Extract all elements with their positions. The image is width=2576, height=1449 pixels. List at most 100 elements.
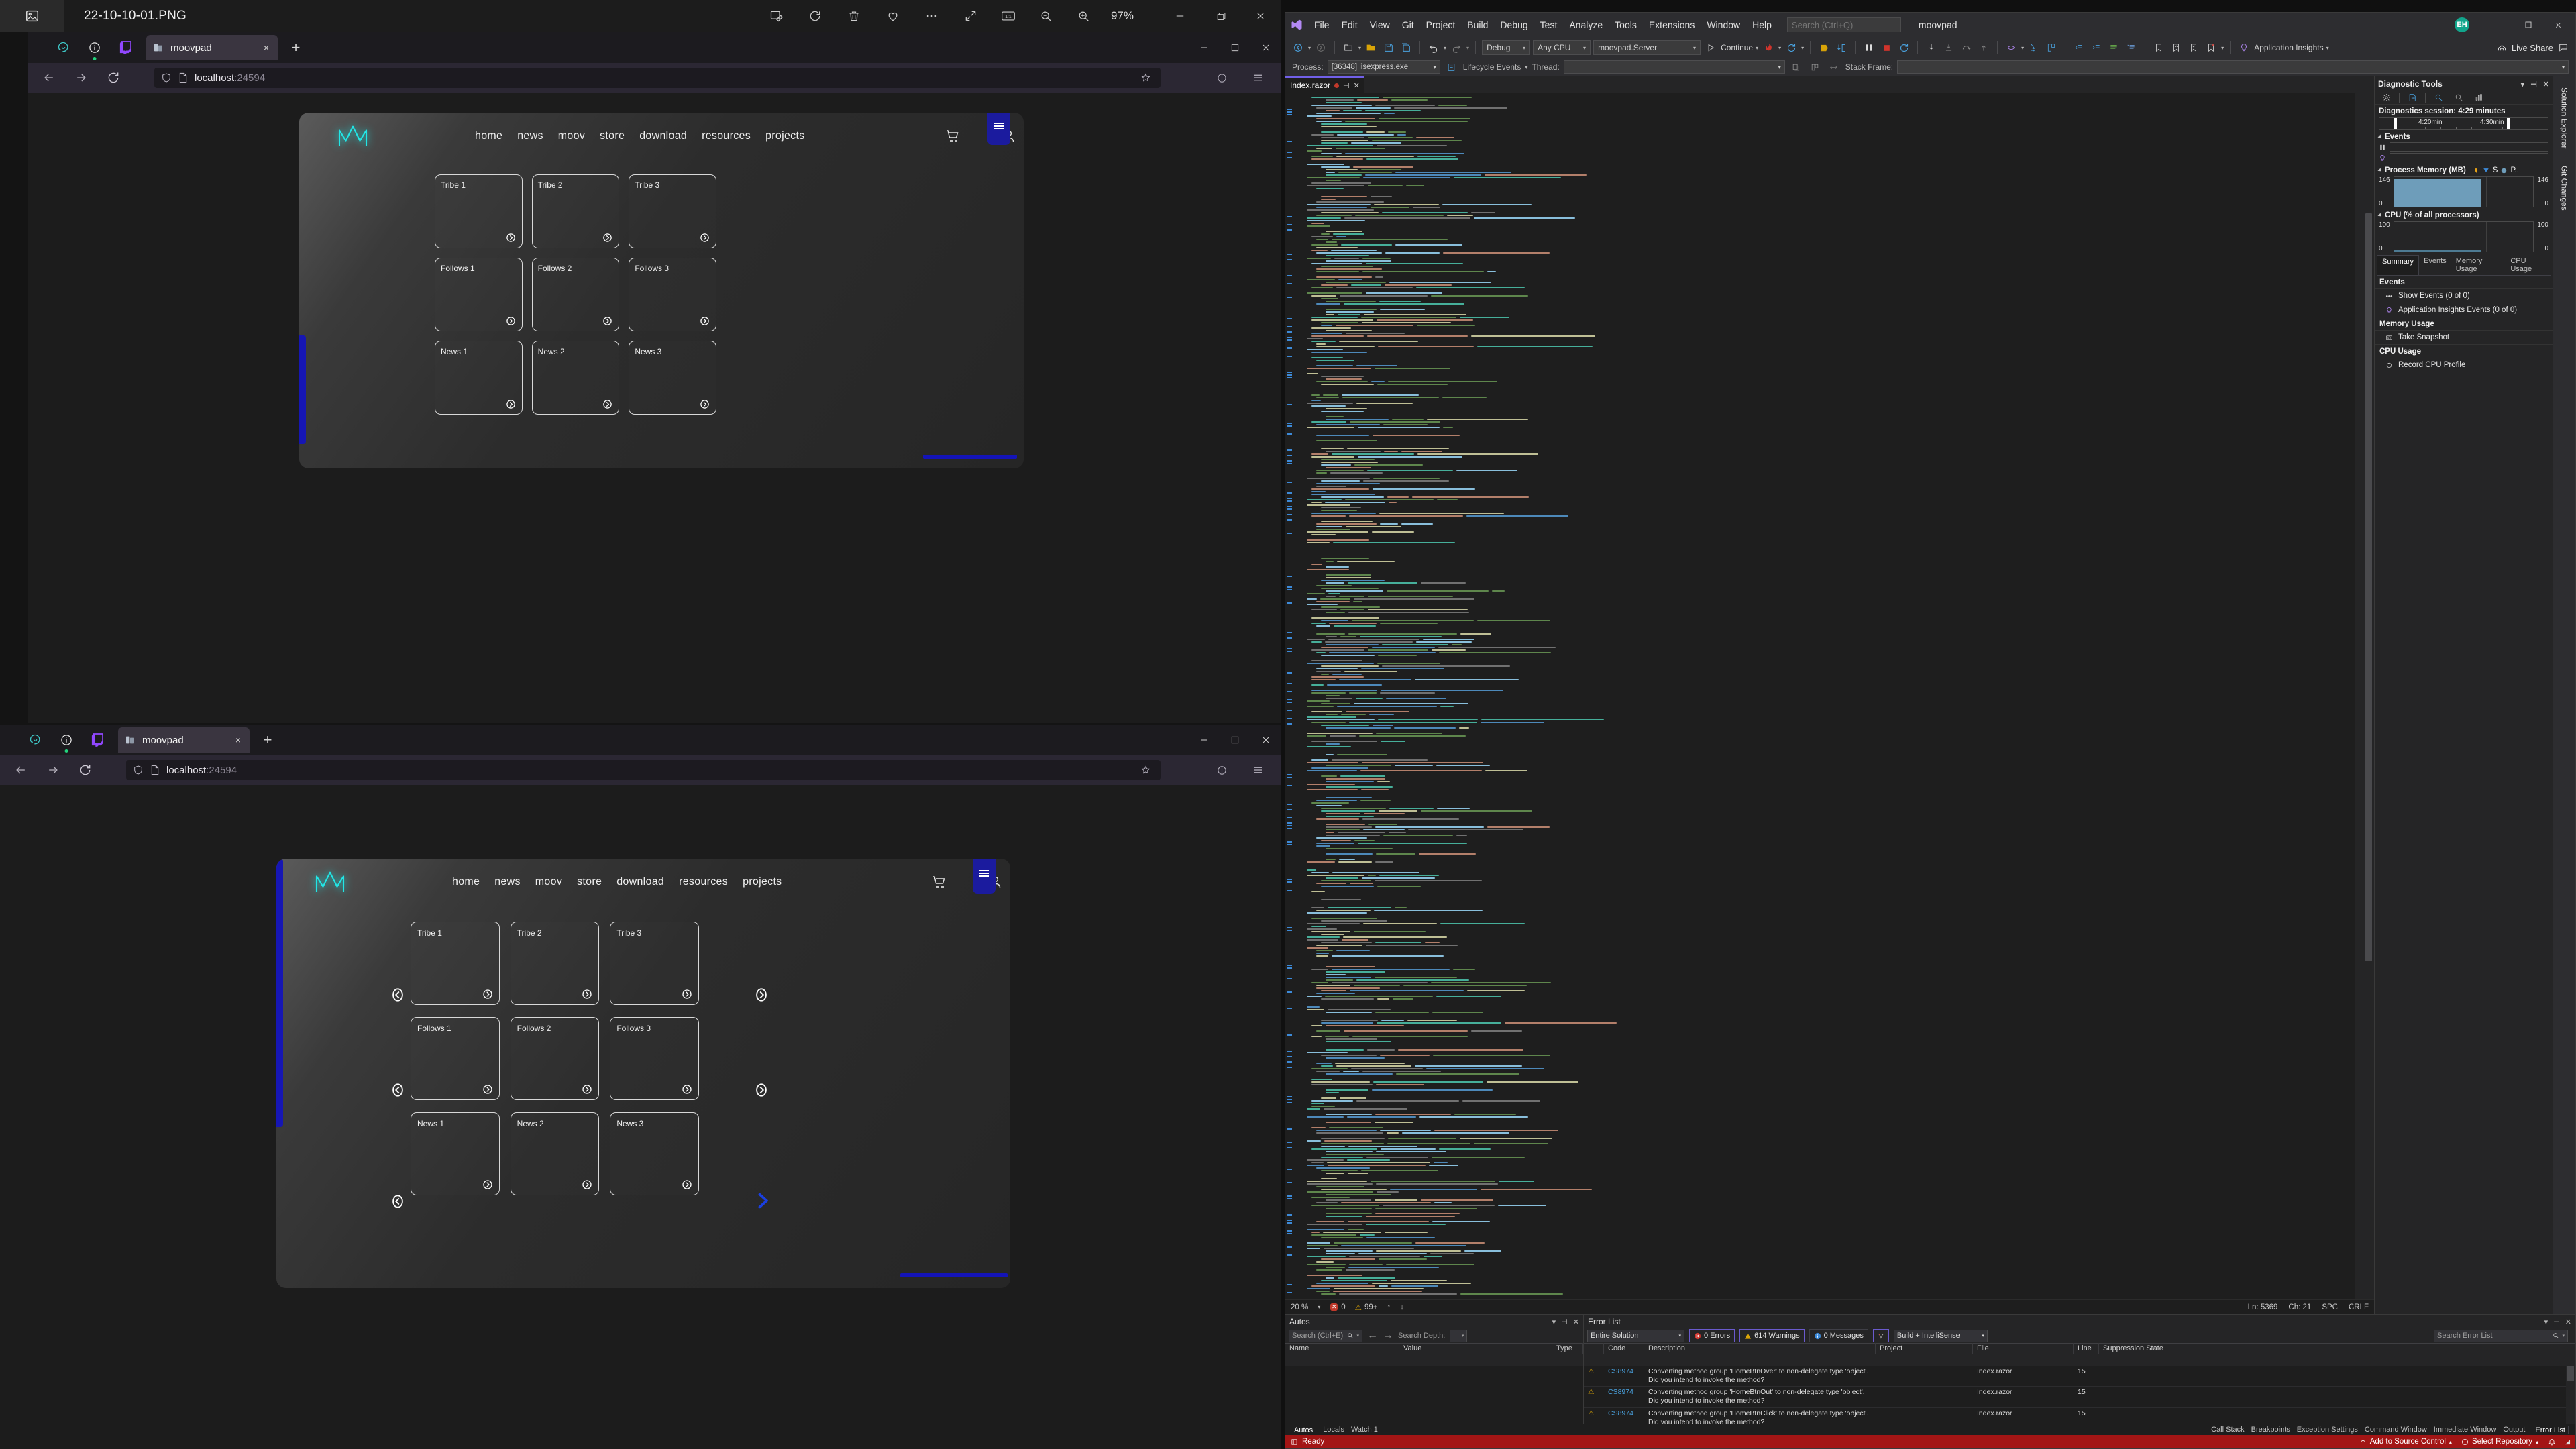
card-tribe-3[interactable]: Tribe 3 bbox=[610, 922, 699, 1005]
panel-dropdown-icon[interactable]: ▾ bbox=[2544, 1318, 2548, 1326]
warnings-filter-button[interactable]: 614 Warnings bbox=[1739, 1329, 1805, 1342]
close-button[interactable] bbox=[1250, 6, 1271, 26]
panel-close-icon[interactable]: ✕ bbox=[2565, 1318, 2571, 1326]
tab-events[interactable]: Events bbox=[2419, 255, 2451, 275]
nav-link-news[interactable]: news bbox=[517, 130, 543, 142]
delete-icon[interactable] bbox=[844, 6, 864, 26]
new-tab-button[interactable]: + bbox=[259, 731, 276, 749]
bookmark-caret-icon[interactable]: ▾ bbox=[2221, 45, 2224, 51]
tab-call-stack[interactable]: Call Stack bbox=[2211, 1426, 2245, 1434]
vs-search-input[interactable] bbox=[1791, 19, 1910, 30]
chevron-right-circle-icon[interactable] bbox=[482, 1084, 493, 1095]
card-news-2[interactable]: News 2 bbox=[510, 1112, 600, 1195]
nav-link-download[interactable]: download bbox=[639, 130, 687, 142]
editor-error-count[interactable]: ✕ 0 bbox=[1330, 1303, 1346, 1311]
rotate-icon[interactable] bbox=[805, 6, 825, 26]
carousel-next-row2[interactable] bbox=[754, 1083, 769, 1097]
minimize-button[interactable] bbox=[1170, 6, 1190, 26]
moov-logo-icon[interactable] bbox=[337, 123, 369, 150]
nav-back-caret-icon[interactable]: ▾ bbox=[1308, 45, 1311, 51]
nav-link-resources[interactable]: resources bbox=[702, 130, 751, 142]
error-col-line[interactable]: Line bbox=[2074, 1343, 2099, 1354]
nav-link-home[interactable]: home bbox=[452, 876, 480, 888]
panel-dropdown-icon[interactable]: ▾ bbox=[2521, 80, 2525, 89]
collapse-triangle-icon[interactable] bbox=[2377, 213, 2383, 218]
menu-view[interactable]: View bbox=[1364, 13, 1396, 37]
nav-link-resources[interactable]: resources bbox=[679, 876, 728, 888]
step-into-target-icon[interactable] bbox=[1834, 40, 1849, 55]
error-col-project[interactable]: Project bbox=[1876, 1343, 1973, 1354]
step-over-icon[interactable] bbox=[1941, 40, 1956, 55]
restart-caret-icon[interactable]: ▾ bbox=[1801, 45, 1804, 51]
nav-link-download[interactable]: download bbox=[616, 876, 664, 888]
card-tribe-2[interactable]: Tribe 2 bbox=[510, 922, 600, 1005]
vs-minimize-button[interactable] bbox=[2484, 13, 2514, 37]
redo-icon[interactable] bbox=[1449, 40, 1464, 55]
live-visual-tree-icon[interactable] bbox=[2044, 40, 2059, 55]
carousel-next-row3-active[interactable] bbox=[753, 1190, 771, 1212]
row-code[interactable]: CS8974 bbox=[1604, 1387, 1644, 1407]
card-follows-2[interactable]: Follows 2 bbox=[510, 1017, 600, 1100]
panel-close-icon[interactable]: ✕ bbox=[1573, 1318, 1579, 1326]
panel-close-icon[interactable]: ✕ bbox=[2543, 80, 2549, 89]
break-all-icon[interactable] bbox=[1862, 40, 1876, 55]
row-code[interactable]: CS8974 bbox=[1604, 1366, 1644, 1386]
tab-summary[interactable]: Summary bbox=[2377, 255, 2420, 275]
error-list-scrollbar[interactable] bbox=[2566, 1354, 2575, 1424]
card-tribe-1[interactable]: Tribe 1 bbox=[435, 174, 523, 248]
ghost-extension-icon[interactable] bbox=[55, 39, 72, 56]
browser-minimize-button[interactable] bbox=[1189, 32, 1220, 63]
info-extension-icon[interactable] bbox=[86, 39, 103, 60]
summary-app-insights-events[interactable]: Application Insights Events (0 of 0) bbox=[2375, 303, 2553, 317]
collapse-triangle-icon[interactable] bbox=[2377, 168, 2383, 173]
card-follows-1[interactable]: Follows 1 bbox=[411, 1017, 500, 1100]
card-news-1[interactable]: News 1 bbox=[435, 341, 523, 415]
hamburger-menu-button[interactable] bbox=[987, 113, 1010, 145]
tab-output[interactable]: Output bbox=[2503, 1426, 2525, 1434]
chevron-right-circle-icon[interactable] bbox=[582, 1179, 592, 1190]
thread-caret-icon[interactable]: ▾ bbox=[2021, 45, 2024, 51]
zoom-out-icon[interactable] bbox=[1036, 6, 1056, 26]
lifecycle-events-label[interactable]: Lifecycle Events bbox=[1463, 62, 1521, 72]
error-list-rows[interactable]: ⚠ CS8974 Converting method group 'HomeBt… bbox=[1584, 1366, 2566, 1424]
summary-record-cpu-profile[interactable]: Record CPU Profile bbox=[2375, 358, 2553, 372]
card-news-1[interactable]: News 1 bbox=[411, 1112, 500, 1195]
chevron-right-circle-icon[interactable] bbox=[602, 316, 612, 326]
menu-extensions[interactable]: Extensions bbox=[1643, 13, 1701, 37]
step-into-icon[interactable] bbox=[1924, 40, 1939, 55]
process-select[interactable]: [36348] iisexpress.exe ▾ bbox=[1327, 60, 1440, 74]
hamburger-menu-button[interactable] bbox=[973, 859, 996, 894]
error-col-severity[interactable] bbox=[1584, 1343, 1604, 1354]
lightbulb-icon[interactable] bbox=[2237, 40, 2251, 55]
new-project-caret-icon[interactable]: ▾ bbox=[1358, 45, 1361, 51]
browser-extensions-button[interactable] bbox=[1210, 66, 1233, 89]
hot-reload-icon[interactable] bbox=[1761, 40, 1776, 55]
show-next-statement-icon[interactable] bbox=[1817, 40, 1831, 55]
zoom-caret-icon[interactable]: ▾ bbox=[1318, 1304, 1320, 1310]
summary-show-events[interactable]: Show Events (0 of 0) bbox=[2375, 289, 2553, 303]
stop-debugging-icon[interactable] bbox=[1879, 40, 1894, 55]
error-col-file[interactable]: File bbox=[1973, 1343, 2074, 1354]
zoom-in-icon[interactable] bbox=[1073, 6, 1093, 26]
carousel-prev-row3[interactable] bbox=[390, 1194, 405, 1209]
build-configuration-select[interactable]: Debug ▾ bbox=[1482, 40, 1531, 55]
bookmark-star-icon[interactable] bbox=[1140, 72, 1151, 83]
card-tribe-2[interactable]: Tribe 2 bbox=[531, 174, 620, 248]
favorite-icon[interactable] bbox=[883, 6, 903, 26]
address-bar[interactable]: localhost:24594 bbox=[126, 760, 1161, 780]
save-all-icon[interactable] bbox=[1399, 40, 1413, 55]
dock-tab-git-changes[interactable]: Git Changes bbox=[2560, 159, 2569, 217]
card-tribe-1[interactable]: Tribe 1 bbox=[411, 922, 500, 1005]
next-bookmark-icon[interactable] bbox=[2186, 40, 2201, 55]
menu-window[interactable]: Window bbox=[1701, 13, 1746, 37]
card-follows-3[interactable]: Follows 3 bbox=[610, 1017, 699, 1100]
thread-icon[interactable] bbox=[2004, 40, 2019, 55]
close-tab-button[interactable]: × bbox=[232, 734, 244, 746]
open-file-icon[interactable] bbox=[1364, 40, 1379, 55]
chevron-right-circle-icon[interactable] bbox=[582, 1084, 592, 1095]
restart-icon[interactable] bbox=[1784, 40, 1799, 55]
error-scope-select[interactable]: Entire Solution ▾ bbox=[1587, 1329, 1684, 1342]
diagnostics-cpu-section[interactable]: CPU (% of all processors) bbox=[2375, 209, 2553, 221]
select-element-icon[interactable] bbox=[2027, 40, 2041, 55]
lifecycle-events-icon[interactable] bbox=[1444, 60, 1459, 74]
